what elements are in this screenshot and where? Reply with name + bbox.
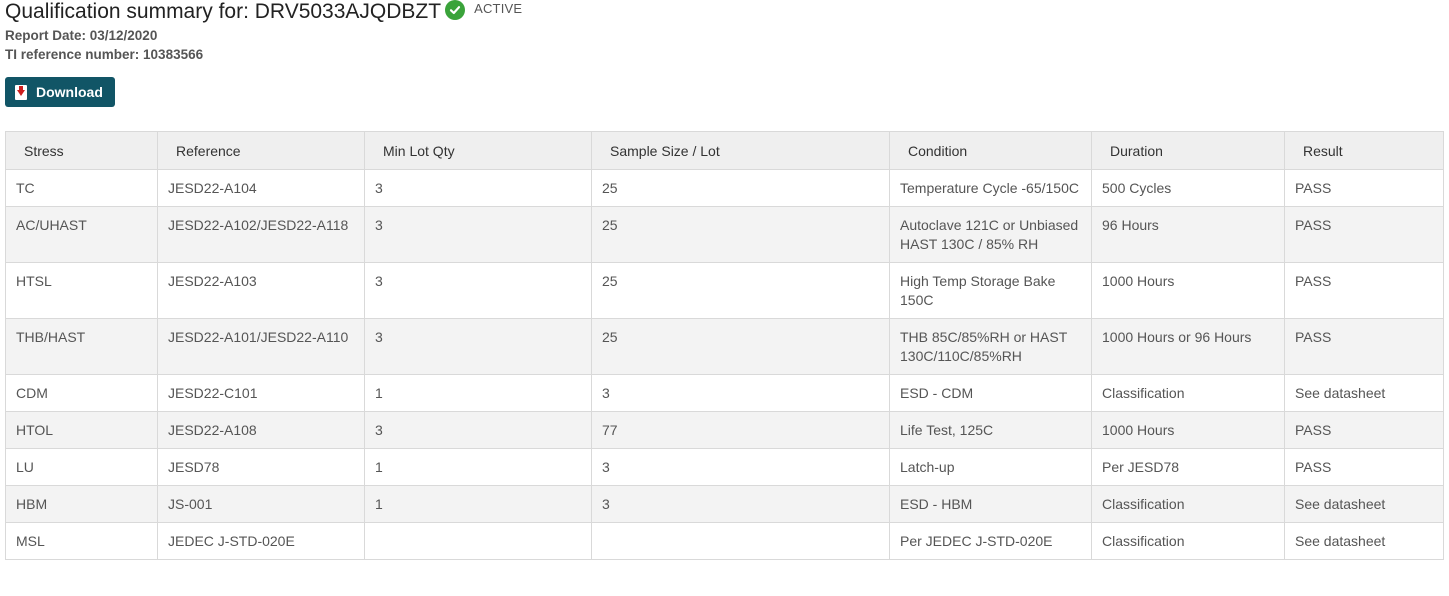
cell-duration: 1000 Hours or 96 Hours <box>1091 318 1285 375</box>
cell-sample-size: 25 <box>591 169 890 207</box>
cell-stress: THB/HAST <box>5 318 158 375</box>
cell-result: PASS <box>1284 318 1444 375</box>
column-header-result[interactable]: Result <box>1284 131 1444 170</box>
title-row: Qualification summary for: DRV5033AJQDBZ… <box>5 0 1405 26</box>
cell-condition: ESD - HBM <box>889 485 1092 523</box>
cell-result: PASS <box>1284 411 1444 449</box>
report-date: Report Date: 03/12/2020 <box>5 28 158 43</box>
table-row: HTOL JESD22-A108 3 77 Life Test, 125C 10… <box>5 411 1444 449</box>
cell-min-lot-qty: 1 <box>364 448 592 486</box>
cell-min-lot-qty: 3 <box>364 262 592 319</box>
cell-duration: Classification <box>1091 485 1285 523</box>
table-header-row: Stress Reference Min Lot Qty Sample Size… <box>5 131 1444 170</box>
cell-reference: JESD22-C101 <box>157 374 365 412</box>
cell-sample-size: 25 <box>591 206 890 263</box>
cell-reference: JS-001 <box>157 485 365 523</box>
cell-condition: Life Test, 125C <box>889 411 1092 449</box>
cell-min-lot-qty: 1 <box>364 485 592 523</box>
cell-result: PASS <box>1284 262 1444 319</box>
cell-duration: 1000 Hours <box>1091 262 1285 319</box>
cell-stress: AC/UHAST <box>5 206 158 263</box>
column-header-min-lot-qty[interactable]: Min Lot Qty <box>364 131 592 170</box>
cell-stress: CDM <box>5 374 158 412</box>
table-row: HBM JS-001 1 3 ESD - HBM Classification … <box>5 485 1444 523</box>
cell-sample-size <box>591 522 890 560</box>
cell-min-lot-qty: 3 <box>364 318 592 375</box>
see-datasheet-link[interactable]: See datasheet <box>1284 374 1444 412</box>
cell-duration: 96 Hours <box>1091 206 1285 263</box>
download-label: Download <box>36 84 103 100</box>
cell-stress: HTOL <box>5 411 158 449</box>
cell-min-lot-qty: 1 <box>364 374 592 412</box>
cell-condition: Per JEDEC J-STD-020E <box>889 522 1092 560</box>
cell-condition: Temperature Cycle -65/150C <box>889 169 1092 207</box>
cell-min-lot-qty: 3 <box>364 206 592 263</box>
table-row: TC JESD22-A104 3 25 Temperature Cycle -6… <box>5 169 1444 207</box>
cell-result: PASS <box>1284 448 1444 486</box>
cell-reference: JESD22-A108 <box>157 411 365 449</box>
cell-reference: JESD78 <box>157 448 365 486</box>
cell-condition: ESD - CDM <box>889 374 1092 412</box>
cell-min-lot-qty <box>364 522 592 560</box>
cell-min-lot-qty: 3 <box>364 169 592 207</box>
table-row: AC/UHAST JESD22-A102/JESD22-A118 3 25 Au… <box>5 206 1444 263</box>
column-header-sample-size[interactable]: Sample Size / Lot <box>591 131 890 170</box>
pdf-icon <box>15 84 27 100</box>
cell-stress: HTSL <box>5 262 158 319</box>
page-title: Qualification summary for: DRV5033AJQDBZ… <box>5 0 442 23</box>
column-header-condition[interactable]: Condition <box>889 131 1092 170</box>
see-datasheet-link[interactable]: See datasheet <box>1284 485 1444 523</box>
table-row: CDM JESD22-C101 1 3 ESD - CDM Classifica… <box>5 374 1444 412</box>
cell-reference: JESD22-A101/JESD22-A110 <box>157 318 365 375</box>
column-header-stress[interactable]: Stress <box>5 131 158 170</box>
table-row: MSL JEDEC J-STD-020E Per JEDEC J-STD-020… <box>5 522 1444 560</box>
column-header-reference[interactable]: Reference <box>157 131 365 170</box>
see-datasheet-link[interactable]: See datasheet <box>1284 522 1444 560</box>
cell-condition: High Temp Storage Bake 150C <box>889 262 1092 319</box>
report-header: Qualification summary for: DRV5033AJQDBZ… <box>5 0 1405 64</box>
cell-sample-size: 3 <box>591 485 890 523</box>
table-row: HTSL JESD22-A103 3 25 High Temp Storage … <box>5 262 1444 319</box>
cell-min-lot-qty: 3 <box>364 411 592 449</box>
cell-sample-size: 3 <box>591 448 890 486</box>
cell-duration: 500 Cycles <box>1091 169 1285 207</box>
cell-stress: TC <box>5 169 158 207</box>
download-button[interactable]: Download <box>5 77 115 107</box>
qualification-table: Stress Reference Min Lot Qty Sample Size… <box>5 131 1444 560</box>
cell-reference: JESD22-A102/JESD22-A118 <box>157 206 365 263</box>
cell-condition: Autoclave 121C or Unbiased HAST 130C / 8… <box>889 206 1092 263</box>
cell-stress: LU <box>5 448 158 486</box>
cell-sample-size: 77 <box>591 411 890 449</box>
cell-sample-size: 3 <box>591 374 890 412</box>
check-circle-icon <box>445 0 466 20</box>
table-row: LU JESD78 1 3 Latch-up Per JESD78 PASS <box>5 448 1444 486</box>
cell-stress: MSL <box>5 522 158 560</box>
cell-duration: Classification <box>1091 522 1285 560</box>
table-row: THB/HAST JESD22-A101/JESD22-A110 3 25 TH… <box>5 318 1444 375</box>
cell-condition: THB 85C/85%RH or HAST 130C/110C/85%RH <box>889 318 1092 375</box>
status-badge: ACTIVE <box>474 1 523 16</box>
cell-stress: HBM <box>5 485 158 523</box>
cell-sample-size: 25 <box>591 262 890 319</box>
reference-number: TI reference number: 10383566 <box>5 47 204 62</box>
cell-sample-size: 25 <box>591 318 890 375</box>
cell-reference: JEDEC J-STD-020E <box>157 522 365 560</box>
cell-reference: JESD22-A103 <box>157 262 365 319</box>
cell-reference: JESD22-A104 <box>157 169 365 207</box>
cell-duration: 1000 Hours <box>1091 411 1285 449</box>
cell-result: PASS <box>1284 206 1444 263</box>
cell-duration: Per JESD78 <box>1091 448 1285 486</box>
cell-condition: Latch-up <box>889 448 1092 486</box>
column-header-duration[interactable]: Duration <box>1091 131 1285 170</box>
cell-result: PASS <box>1284 169 1444 207</box>
cell-duration: Classification <box>1091 374 1285 412</box>
